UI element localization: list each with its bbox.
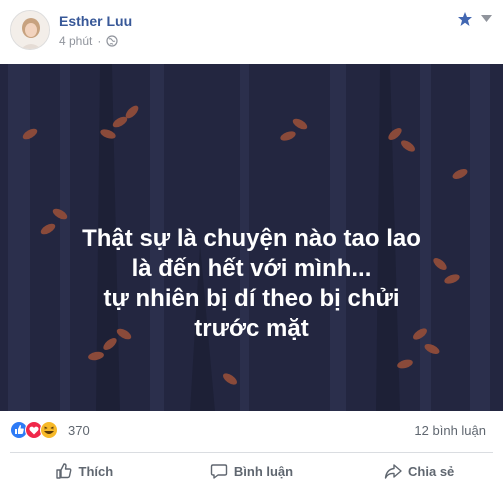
avatar[interactable] [10,10,50,50]
status-line: trước mặt [194,315,309,342]
status-background-card[interactable]: Thật sự là chuyện nào tao lao là đến hết… [0,64,503,411]
like-icon [10,421,28,439]
status-text: Thật sự là chuyện nào tao lao là đến hết… [0,224,503,344]
divider [10,452,493,453]
meta-separator: · [97,34,102,48]
status-line: Thật sự là chuyện nào tao lao [82,225,421,252]
chevron-down-icon[interactable] [481,15,492,23]
like-label: Thích [78,463,114,479]
globe-icon [106,35,118,47]
post-timestamp[interactable]: 4 phút [59,34,92,48]
comment-count[interactable]: 12 bình luận [414,423,486,438]
haha-icon [40,421,58,439]
like-button[interactable]: Thích [0,454,168,488]
post-meta: 4 phút · [59,34,118,48]
share-button[interactable]: Chia sẻ [335,454,503,488]
status-line: là đến hết với mình... [131,255,372,282]
reaction-icons[interactable] [10,421,66,439]
reaction-count[interactable]: 370 [68,423,90,438]
post-header: Esther Luu 4 phút · [0,0,503,64]
thumbs-up-icon [55,463,71,479]
comment-button[interactable]: Bình luận [168,454,336,488]
comment-label: Bình luận [233,463,294,479]
share-icon [384,464,402,479]
share-label: Chia sẻ [408,463,455,479]
author-name[interactable]: Esther Luu [59,13,132,29]
comment-icon [210,464,228,479]
love-icon [25,421,43,439]
reaction-stats-bar: 370 12 bình luận [0,412,503,446]
status-line: tự nhiên bị dí theo bị chửi [103,285,400,312]
post-actions: Thích Bình luận Chia sẻ [0,454,503,488]
star-icon[interactable] [457,11,473,27]
